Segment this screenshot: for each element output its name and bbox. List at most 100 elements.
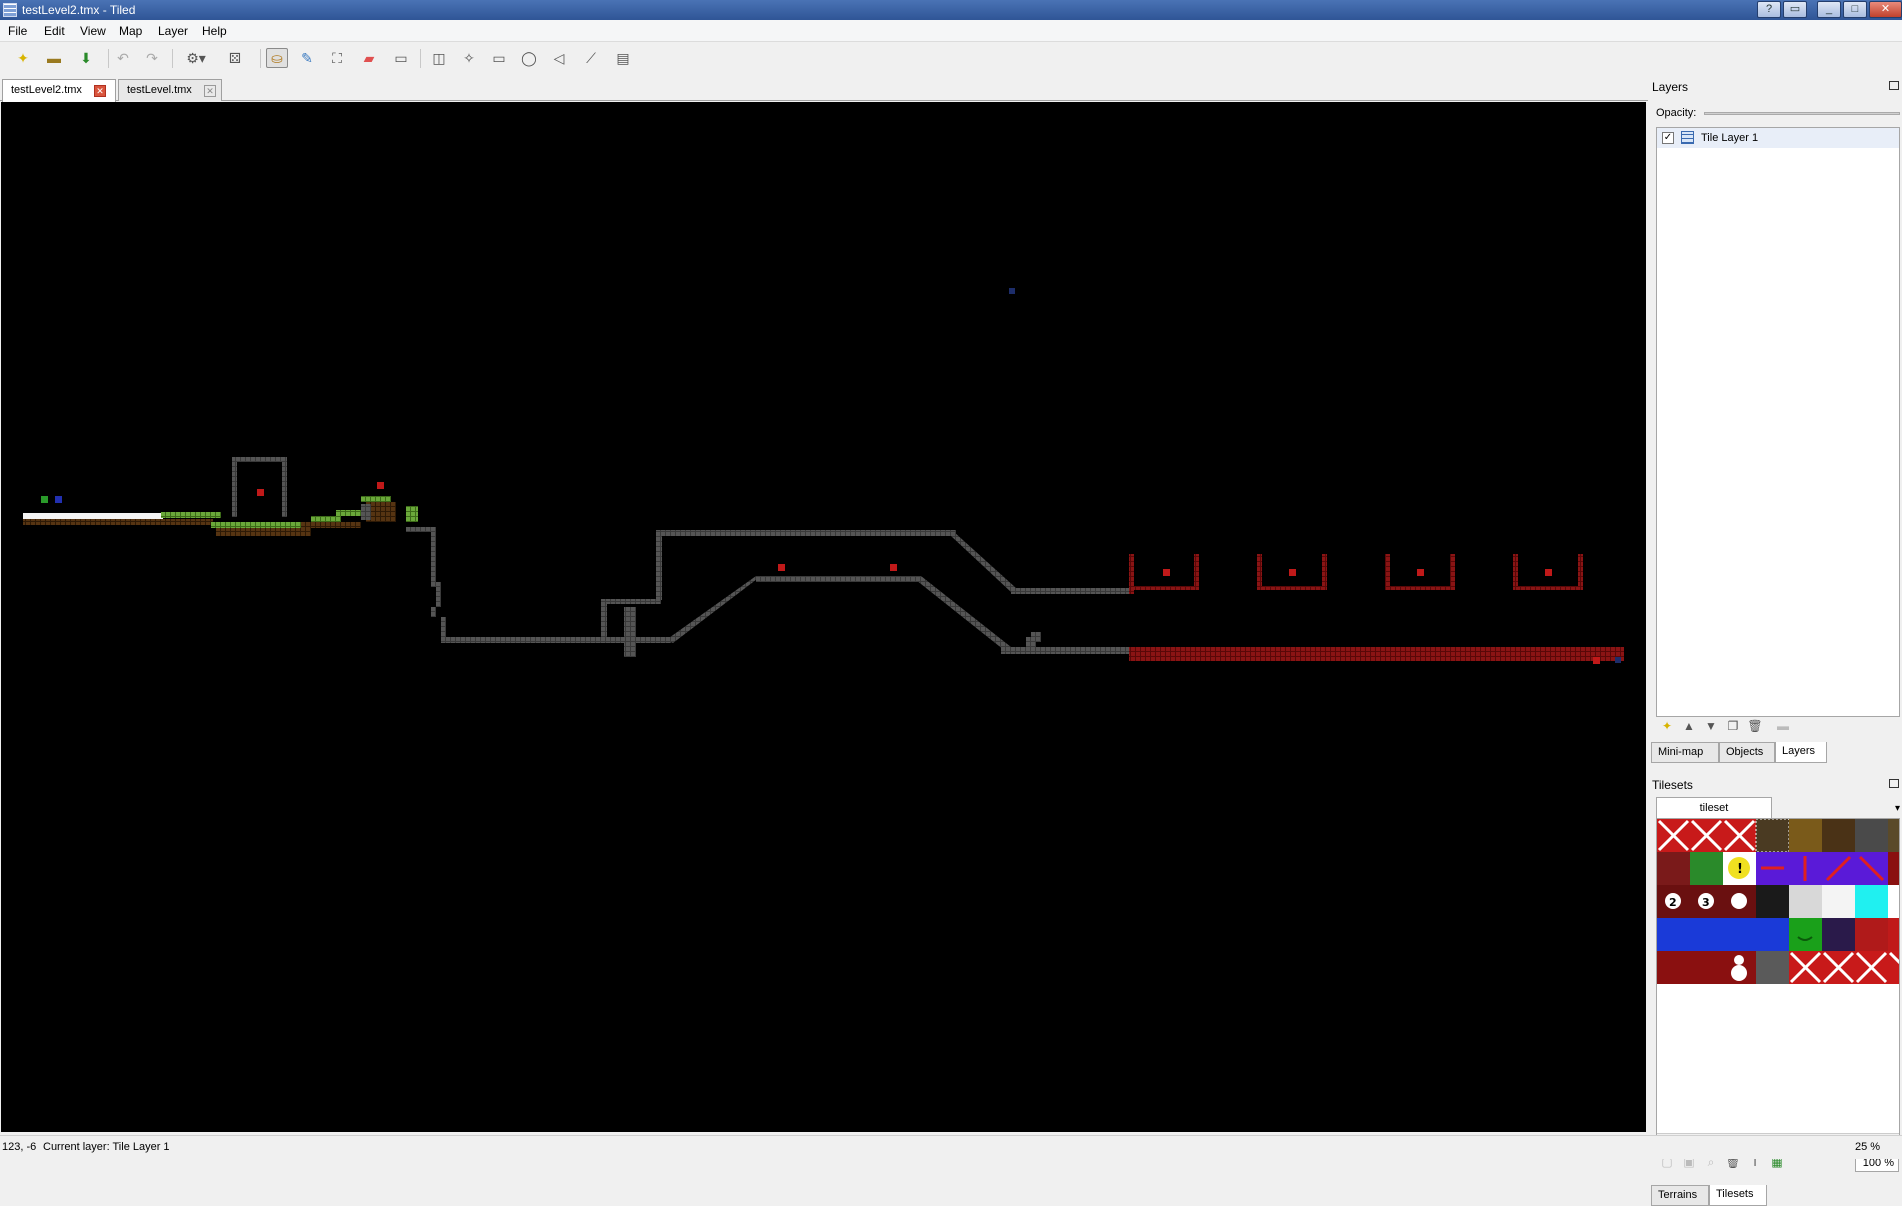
insert-tile-icon[interactable]: ▤ [612,48,634,68]
map-zoom-label[interactable]: 25 % [1855,1141,1880,1153]
tile-blue-sword[interactable] [1723,918,1756,951]
float-panel-icon[interactable] [1889,81,1899,90]
close-tab-icon[interactable]: ✕ [94,85,106,97]
tile [1009,288,1015,294]
tile-wood[interactable] [1789,819,1822,852]
eraser-icon[interactable]: ▰ [358,48,380,68]
tileset-grid[interactable]: ! 2 3 [1657,819,1900,1148]
new-file-icon[interactable]: ✦ [12,48,34,68]
bucket-fill-icon[interactable]: ⛶ [326,48,348,68]
tile-striped[interactable] [1789,885,1822,918]
menu-edit[interactable]: Edit [44,24,65,38]
tab-layers[interactable]: Layers [1775,742,1827,763]
menu-file[interactable]: File [8,24,27,38]
tileset-dropdown-icon[interactable]: ▾ [1895,803,1900,814]
tile-red-brick[interactable] [1657,852,1690,885]
close-tab-icon[interactable]: ✕ [204,85,216,97]
tab-testlevel2[interactable]: testLevel2.tmx ✕ [2,79,116,102]
tile-dirt[interactable] [1755,819,1790,853]
map-view[interactable] [1,102,1646,1132]
move-layer-down-icon[interactable]: ▼ [1702,717,1720,735]
tile-red-weapon[interactable] [1657,951,1690,984]
tile-warning[interactable]: ! [1723,852,1756,885]
tile-gravel[interactable] [1756,951,1789,984]
minimize-button[interactable]: _ [1817,1,1841,18]
layer-row[interactable]: ✓ Tile Layer 1 [1657,128,1899,148]
maximize-button[interactable]: □ [1843,1,1867,18]
redo-icon[interactable]: ↷ [141,48,163,68]
tile-dark-dirt[interactable] [1822,819,1855,852]
menu-help[interactable]: Help [202,24,227,38]
tile-x[interactable] [1888,951,1900,984]
toggle-other-layers-icon[interactable]: ▬ [1774,717,1792,735]
tab-tilesets[interactable]: Tilesets [1709,1185,1767,1206]
opacity-slider[interactable] [1704,112,1900,115]
tile-stars[interactable] [1822,918,1855,951]
random-icon[interactable]: ⚄ [224,48,246,68]
menu-view[interactable]: View [80,24,106,38]
tab-testlevel[interactable]: testLevel.tmx ✕ [118,79,222,101]
menu-layer[interactable]: Layer [158,24,188,38]
tile-arrow-vertical[interactable] [1789,852,1822,885]
tile-arrow-horizontal[interactable] [1756,852,1789,885]
tile-white[interactable] [1888,885,1900,918]
tile-ground[interactable] [1888,819,1900,852]
terrain-brush-icon[interactable]: ✎ [296,48,318,68]
close-window-button[interactable]: ✕ [1869,1,1902,18]
tile-blue-gun[interactable] [1756,918,1789,951]
tile-clock[interactable] [1723,885,1756,918]
tile-x[interactable] [1855,951,1888,984]
commands-icon[interactable]: ⚙▾ [180,48,212,68]
tab-terrains[interactable]: Terrains [1651,1185,1709,1206]
add-layer-icon[interactable]: ✦ [1658,717,1676,735]
insert-polygon-icon[interactable]: ◁ [548,48,570,68]
rect-select-icon[interactable]: ▭ [390,48,412,68]
tile-snowman[interactable] [1723,951,1756,984]
open-file-icon[interactable]: ▬ [43,48,65,68]
tile-arrow-diagonal[interactable] [1855,852,1888,885]
tile-red-weapon[interactable] [1690,951,1723,984]
tile-x[interactable] [1723,819,1756,852]
tile-red[interactable] [1888,918,1900,951]
undo-icon[interactable]: ↶ [112,48,134,68]
tile-red[interactable] [1888,852,1900,885]
insert-polyline-icon[interactable]: ⟋ [580,48,602,68]
tile-two[interactable]: 2 [1657,885,1690,918]
tile-black[interactable] [1756,885,1789,918]
tile-bush[interactable] [1690,852,1723,885]
tileset-view[interactable]: ! 2 3 [1656,818,1900,1148]
float-panel-icon[interactable] [1889,779,1899,788]
move-layer-up-icon[interactable]: ▲ [1680,717,1698,735]
dirt-strip [216,528,311,536]
map-canvas[interactable] [1,102,1646,1132]
delete-layer-icon[interactable]: 🗑 [1746,717,1764,735]
tile-x[interactable] [1657,819,1690,852]
tile-blue-sword[interactable] [1690,918,1723,951]
tileset-tab[interactable]: tileset [1656,797,1772,818]
magic-wand-icon[interactable]: ◫ [428,48,450,68]
duplicate-layer-icon[interactable]: ❐ [1724,717,1742,735]
tile-x[interactable] [1690,819,1723,852]
tile-speckled[interactable] [1822,885,1855,918]
tile-three[interactable]: 3 [1690,885,1723,918]
tile-cyan[interactable] [1855,885,1888,918]
restore-icon[interactable]: ▭ [1783,1,1807,18]
insert-ellipse-icon[interactable]: ◯ [518,48,540,68]
tile-x[interactable] [1789,951,1822,984]
stamp-brush-icon[interactable]: ⛀ [266,48,288,68]
cursor-coordinates: 123, -6 [2,1141,37,1153]
select-same-icon[interactable]: ✧ [458,48,480,68]
menu-map[interactable]: Map [119,24,142,38]
tile-blue-sword[interactable] [1657,918,1690,951]
tile-arrow-diagonal[interactable] [1822,852,1855,885]
insert-rectangle-icon[interactable]: ▭ [488,48,510,68]
tile-stone[interactable] [1855,819,1888,852]
help-icon[interactable]: ? [1757,1,1781,18]
save-icon[interactable]: ⬇ [75,48,97,68]
tile-smiley[interactable] [1789,918,1822,951]
tile-red-sword[interactable] [1855,918,1888,951]
tile-x[interactable] [1822,951,1855,984]
tab-objects[interactable]: Objects [1719,742,1775,763]
layer-visibility-checkbox[interactable]: ✓ [1662,132,1674,144]
tab-mini-map[interactable]: Mini-map [1651,742,1719,763]
